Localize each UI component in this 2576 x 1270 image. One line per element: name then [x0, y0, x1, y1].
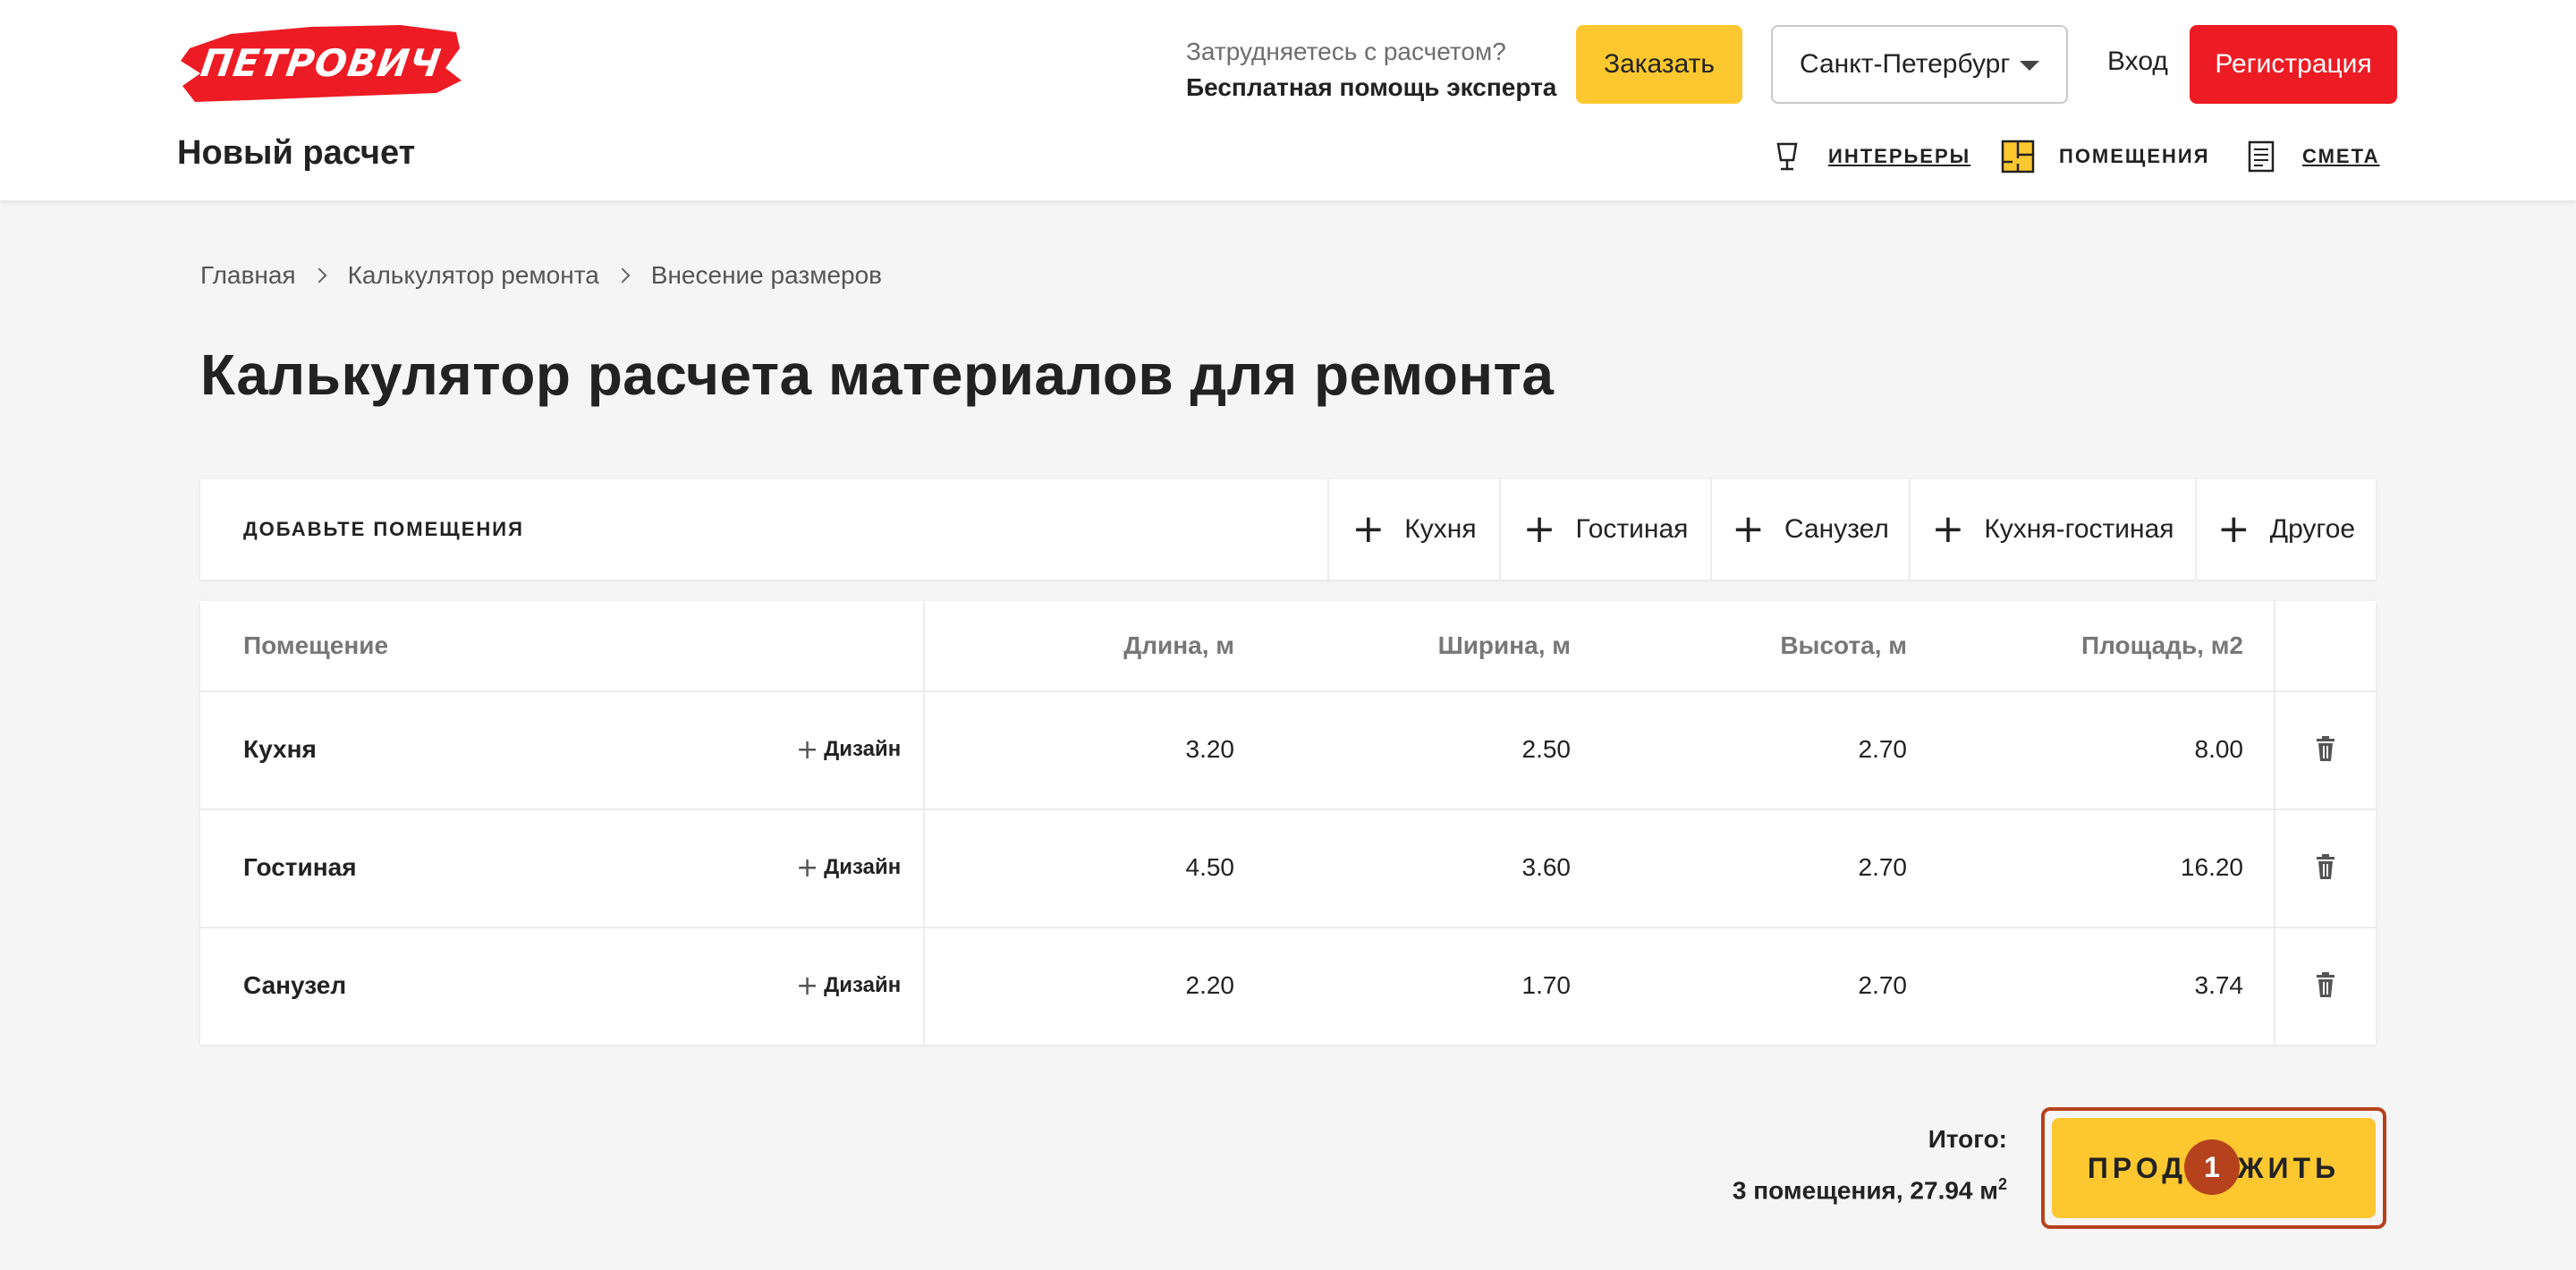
nav-rooms-label: ПОМЕЩЕНИЯ — [2059, 145, 2210, 167]
header-width: Ширина, м — [1437, 631, 1571, 659]
document-list-icon — [2248, 140, 2275, 173]
length-value[interactable]: 2.20 — [1095, 927, 1235, 1045]
breadcrumb-calculator[interactable]: Калькулятор ремонта — [348, 261, 599, 290]
add-design-link[interactable]: + Дизайн — [796, 927, 901, 1045]
chevron-right-icon — [614, 267, 631, 284]
petrovich-logo[interactable]: ПЕТРОВИЧ — [177, 21, 465, 104]
nav-estimate-label: СМЕТА — [2302, 145, 2380, 167]
register-button[interactable]: Регистрация — [2190, 25, 2397, 104]
length-value[interactable]: 4.50 — [1095, 809, 1235, 927]
rooms-table: Помещение Длина, м Ширина, м Высота, м П… — [200, 601, 2376, 1045]
chevron-down-icon — [2020, 61, 2039, 71]
login-link[interactable]: Вход — [2107, 47, 2168, 77]
add-kitchen-label: Кухня — [1404, 514, 1477, 544]
nav-estimate[interactable]: СМЕТА — [2243, 134, 2380, 179]
logo-text: ПЕТРОВИЧ — [198, 40, 445, 85]
add-design-link[interactable]: + Дизайн — [796, 690, 901, 809]
chevron-right-icon — [311, 267, 327, 284]
add-other-label: Другое — [2269, 514, 2356, 544]
add-living-room-label: Гостиная — [1575, 514, 1689, 544]
table-row: Кухня + Дизайн 3.20 2.50 2.70 8.00 — [200, 690, 2376, 809]
order-button[interactable]: Заказать — [1576, 25, 1742, 104]
add-rooms-label: ДОБАВЬТЕ ПОМЕЩЕНИЯ — [243, 518, 524, 540]
city-value: Санкт-Петербург — [1800, 49, 2011, 79]
height-value[interactable]: 2.70 — [1757, 927, 1908, 1045]
design-label: Дизайн — [824, 737, 902, 761]
total-summary: 3 помещения, 27.94 м — [1732, 1176, 1998, 1205]
room-name: Гостиная — [243, 853, 357, 881]
total-value: 3 помещения, 27.94 м2 — [1733, 1175, 2007, 1205]
table-row: Санузел + Дизайн 2.20 1.70 2.70 3.74 — [200, 927, 2376, 1045]
plus-icon: + — [2216, 506, 2250, 552]
help-question: Затрудняетесь с расчетом? — [1186, 38, 1506, 65]
city-select[interactable]: Санкт-Петербург — [1771, 25, 2068, 104]
plus-icon: + — [796, 851, 819, 884]
add-design-link[interactable]: + Дизайн — [796, 809, 901, 927]
plus-icon: + — [796, 733, 819, 766]
help-answer: Бесплатная помощь эксперта — [1186, 73, 1557, 101]
plus-icon: + — [1522, 506, 1556, 552]
step-marker-badge: 1 — [2184, 1139, 2240, 1195]
breadcrumb-current: Внесение размеров — [650, 261, 883, 289]
height-value[interactable]: 2.70 — [1757, 809, 1908, 927]
area-value: 3.74 — [2194, 971, 2244, 999]
add-kitchen-button[interactable]: + Кухня — [1327, 479, 1499, 580]
add-other-button[interactable]: + Другое — [2195, 479, 2376, 580]
room-name: Кухня — [243, 735, 317, 763]
add-bathroom-label: Санузел — [1784, 514, 1889, 544]
page-title: Калькулятор расчета материалов для ремон… — [200, 343, 1555, 407]
height-value[interactable]: 2.70 — [1757, 690, 1908, 809]
header-area: Площадь, м2 — [2080, 631, 2243, 659]
trash-icon[interactable] — [2315, 971, 2336, 998]
plus-icon: + — [796, 969, 819, 1002]
expert-help: Затрудняетесь с расчетом? Бесплатная пом… — [1186, 34, 1556, 106]
area-unit-superscript: 2 — [1997, 1175, 2007, 1193]
plus-icon: + — [1732, 506, 1765, 552]
add-living-room-button[interactable]: + Гостиная — [1499, 479, 1710, 580]
nav-interiors[interactable]: ИНТЕРЬЕРЫ — [1769, 134, 1970, 179]
plus-icon: + — [1352, 506, 1385, 552]
add-kitchen-living-button[interactable]: + Кухня-гостиная — [1909, 479, 2195, 580]
nav-rooms[interactable]: ПОМЕЩЕНИЯ — [2000, 134, 2210, 179]
width-value[interactable]: 1.70 — [1417, 927, 1572, 1045]
plus-icon: + — [1931, 506, 1965, 552]
total-label: Итого: — [1928, 1125, 2007, 1153]
breadcrumb: Главная Калькулятор ремонта Внесение раз… — [200, 259, 882, 292]
breadcrumb-home[interactable]: Главная — [200, 261, 296, 290]
trash-icon[interactable] — [2315, 735, 2336, 762]
length-value[interactable]: 3.20 — [1095, 690, 1235, 809]
add-rooms-bar: ДОБАВЬТЕ ПОМЕЩЕНИЯ + Кухня + Гостиная + … — [200, 479, 2376, 580]
area-value: 8.00 — [2194, 735, 2244, 763]
trash-icon[interactable] — [2315, 853, 2336, 880]
lamp-icon — [1776, 142, 1798, 171]
room-name: Санузел — [243, 971, 347, 999]
nav-interiors-label: ИНТЕРЬЕРЫ — [1828, 145, 1971, 167]
width-value[interactable]: 3.60 — [1417, 809, 1572, 927]
table-row: Гостиная + Дизайн 4.50 3.60 2.70 16.20 — [200, 809, 2376, 927]
design-label: Дизайн — [824, 855, 902, 879]
width-value[interactable]: 2.50 — [1417, 690, 1572, 809]
site-header: ПЕТРОВИЧ Новый расчет Затрудняетесь с ра… — [0, 0, 2576, 200]
area-value: 16.20 — [2180, 853, 2243, 881]
floor-plan-icon — [2001, 140, 2035, 174]
header-height: Высота, м — [1780, 631, 1907, 659]
page-subtitle: Новый расчет — [177, 134, 416, 172]
header-room: Помещение — [243, 631, 389, 659]
header-length: Длина, м — [1123, 631, 1234, 659]
add-kitchen-living-label: Кухня-гостиная — [1984, 514, 2174, 544]
design-label: Дизайн — [824, 973, 902, 997]
add-bathroom-button[interactable]: + Санузел — [1710, 479, 1909, 580]
